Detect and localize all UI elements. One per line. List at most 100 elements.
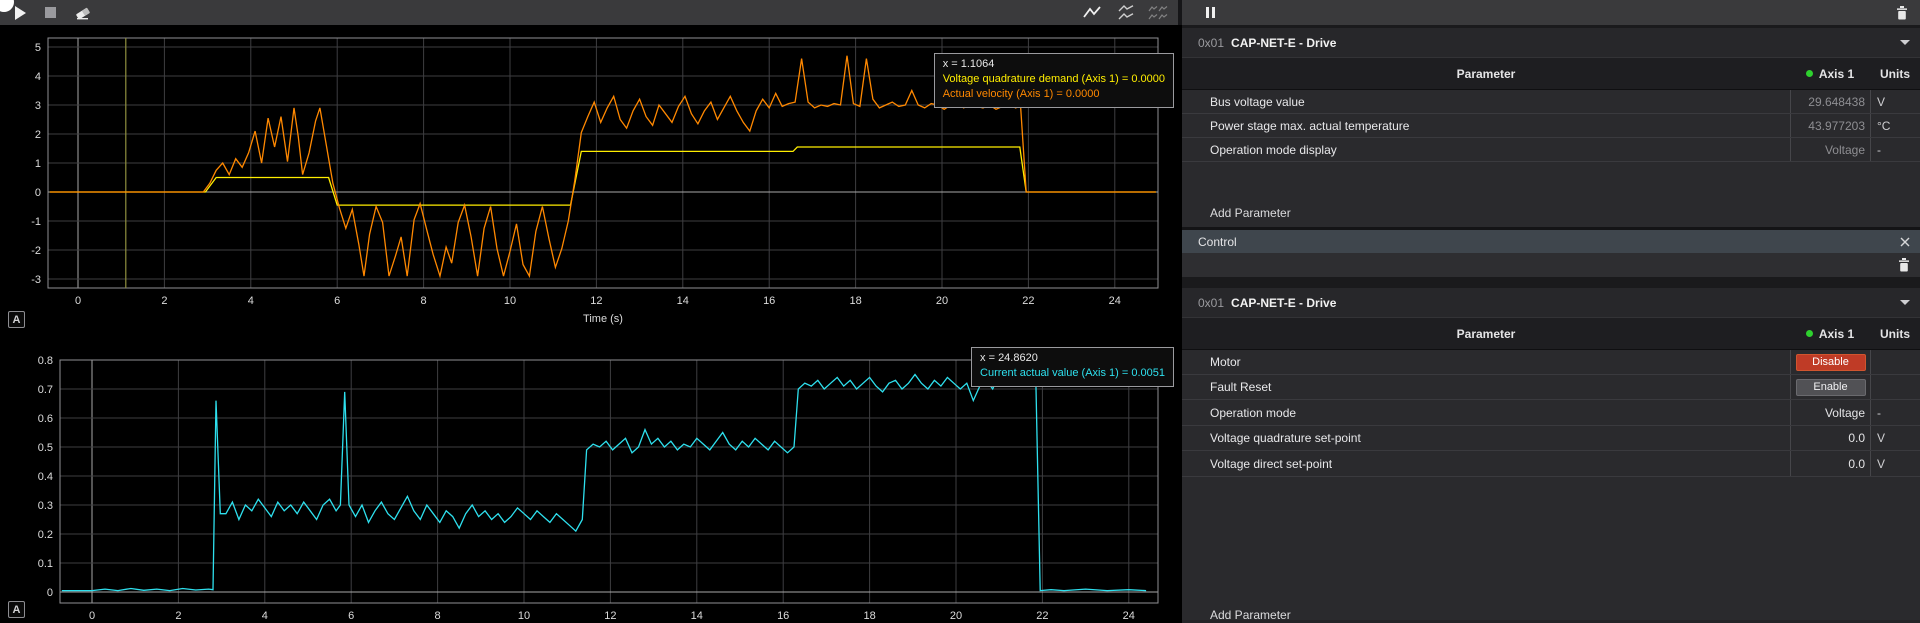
stop-button[interactable] <box>38 2 62 23</box>
column-axis: Axis 1 <box>1790 318 1870 349</box>
svg-text:24: 24 <box>1123 610 1135 622</box>
svg-text:0.8: 0.8 <box>38 355 53 367</box>
parameter-value: 29.648438 <box>1790 90 1870 113</box>
svg-text:16: 16 <box>777 610 789 622</box>
control-device-header[interactable]: 0x01 CAP-NET-E - Drive <box>1182 288 1920 318</box>
quad-plot-layout-icon <box>1148 5 1168 21</box>
parameter-units: °C <box>1870 114 1920 137</box>
autoscale-button-top[interactable]: A <box>8 311 25 328</box>
svg-text:22: 22 <box>1022 295 1034 307</box>
table-row: Fault Reset Enable <box>1182 375 1920 400</box>
parameter-units: V <box>1870 90 1920 113</box>
series-current-actual-value-axis-1- <box>62 369 1146 591</box>
series-voltage-quadrature-demand-axis-1- <box>50 147 1156 205</box>
svg-text:-1: -1 <box>31 216 41 228</box>
trash-icon[interactable] <box>1898 258 1910 272</box>
parameter-units: V <box>1870 426 1920 450</box>
svg-text:5: 5 <box>35 42 41 54</box>
table-row[interactable]: Voltage direct set-point 0.0 V <box>1182 451 1920 477</box>
add-parameter-link[interactable]: Add Parameter <box>1210 206 1291 220</box>
table-row: Motor Disable <box>1182 350 1920 375</box>
svg-text:0.7: 0.7 <box>38 384 53 396</box>
watch-table-header: Parameter Axis 1 Units <box>1182 58 1920 90</box>
svg-text:20: 20 <box>936 295 948 307</box>
chevron-down-icon[interactable] <box>1900 300 1910 305</box>
autoscale-button-bottom[interactable]: A <box>8 601 25 618</box>
close-icon[interactable] <box>1900 237 1910 247</box>
parameter-units <box>1870 350 1920 374</box>
parameter-name: Power stage max. actual temperature <box>1210 114 1409 137</box>
svg-text:0.5: 0.5 <box>38 442 53 454</box>
parameter-value[interactable]: 0.0 <box>1790 451 1870 476</box>
parameter-name: Voltage direct set-point <box>1210 451 1332 476</box>
parameter-value[interactable]: 0.0 <box>1790 426 1870 450</box>
quad-plot-layout-button[interactable] <box>1146 2 1170 23</box>
svg-text:22: 22 <box>1036 610 1048 622</box>
parameter-name: Operation mode display <box>1210 138 1337 161</box>
column-units: Units <box>1870 58 1920 89</box>
parameter-value[interactable]: Voltage <box>1790 400 1870 425</box>
clear-button[interactable] <box>70 2 94 23</box>
bottom-chart-canvas[interactable]: 02468101214161820222400.10.20.30.40.50.6… <box>0 350 1178 623</box>
svg-text:4: 4 <box>262 610 268 622</box>
svg-text:0.4: 0.4 <box>38 471 53 483</box>
trash-icon <box>1896 6 1908 20</box>
parameter-value: Voltage <box>1790 138 1870 161</box>
tooltip-line: x = 24.8620 <box>980 351 1165 366</box>
device-address: 0x01 <box>1198 296 1224 310</box>
device-address: 0x01 <box>1198 36 1224 50</box>
scope-area: 024681012141618202224-3-2-1012345Time (s… <box>0 25 1178 623</box>
device-name: CAP-NET-E - Drive <box>1231 36 1336 50</box>
svg-text:18: 18 <box>863 610 875 622</box>
table-row[interactable]: Operation mode Voltage - <box>1182 400 1920 426</box>
svg-text:12: 12 <box>590 295 602 307</box>
column-axis: Axis 1 <box>1790 58 1870 89</box>
control-subtoolbar <box>1182 253 1920 277</box>
svg-text:14: 14 <box>691 610 703 622</box>
control-table-header: Parameter Axis 1 Units <box>1182 318 1920 350</box>
table-row[interactable]: Operation mode display Voltage - <box>1182 138 1920 162</box>
device-name: CAP-NET-E - Drive <box>1231 296 1336 310</box>
bottom-chart-tooltip: x = 24.8620Current actual value (Axis 1)… <box>971 347 1174 387</box>
axis-status-dot <box>1806 330 1813 337</box>
top-chart-tooltip: x = 1.1064Voltage quadrature demand (Axi… <box>934 53 1174 108</box>
pause-icon <box>1206 7 1215 18</box>
column-parameter: Parameter <box>1182 58 1790 89</box>
svg-text:2: 2 <box>161 295 167 307</box>
dual-plot-layout-icon <box>1117 5 1135 21</box>
chevron-down-icon[interactable] <box>1900 40 1910 45</box>
svg-text:10: 10 <box>518 610 530 622</box>
svg-text:4: 4 <box>248 295 254 307</box>
parameter-name: Fault Reset <box>1210 375 1271 399</box>
svg-text:0: 0 <box>35 187 41 199</box>
svg-text:4: 4 <box>35 71 41 83</box>
control-section-title: Control <box>1198 235 1237 249</box>
single-plot-layout-button[interactable] <box>1080 2 1104 23</box>
play-icon <box>15 6 26 20</box>
watch-device-header[interactable]: 0x01 CAP-NET-E - Drive <box>1182 28 1920 58</box>
svg-text:8: 8 <box>421 295 427 307</box>
control-section-bar[interactable]: Control <box>1182 230 1920 253</box>
table-row[interactable]: Bus voltage value 29.648438 V <box>1182 90 1920 114</box>
svg-text:24: 24 <box>1109 295 1121 307</box>
panel-trash-button[interactable] <box>1890 2 1914 23</box>
pause-button[interactable] <box>1198 2 1222 23</box>
parameter-units: - <box>1870 400 1920 425</box>
add-parameter-link[interactable]: Add Parameter <box>1210 608 1291 622</box>
svg-text:8: 8 <box>435 610 441 622</box>
panel-toolbar <box>1182 0 1920 25</box>
svg-text:18: 18 <box>849 295 861 307</box>
motor-disable-button[interactable]: Disable <box>1796 354 1866 371</box>
svg-text:0: 0 <box>75 295 81 307</box>
table-row[interactable]: Power stage max. actual temperature 43.9… <box>1182 114 1920 138</box>
dual-plot-layout-button[interactable] <box>1114 2 1138 23</box>
parameter-name: Bus voltage value <box>1210 90 1305 113</box>
svg-text:1: 1 <box>35 158 41 170</box>
column-parameter: Parameter <box>1182 318 1790 349</box>
fault-reset-enable-button[interactable]: Enable <box>1796 379 1866 396</box>
axis-status-dot <box>1806 70 1813 77</box>
svg-text:Time (s): Time (s) <box>583 313 623 325</box>
svg-text:2: 2 <box>35 129 41 141</box>
tooltip-line: Voltage quadrature demand (Axis 1) = 0.0… <box>943 72 1165 87</box>
table-row[interactable]: Voltage quadrature set-point 0.0 V <box>1182 426 1920 451</box>
